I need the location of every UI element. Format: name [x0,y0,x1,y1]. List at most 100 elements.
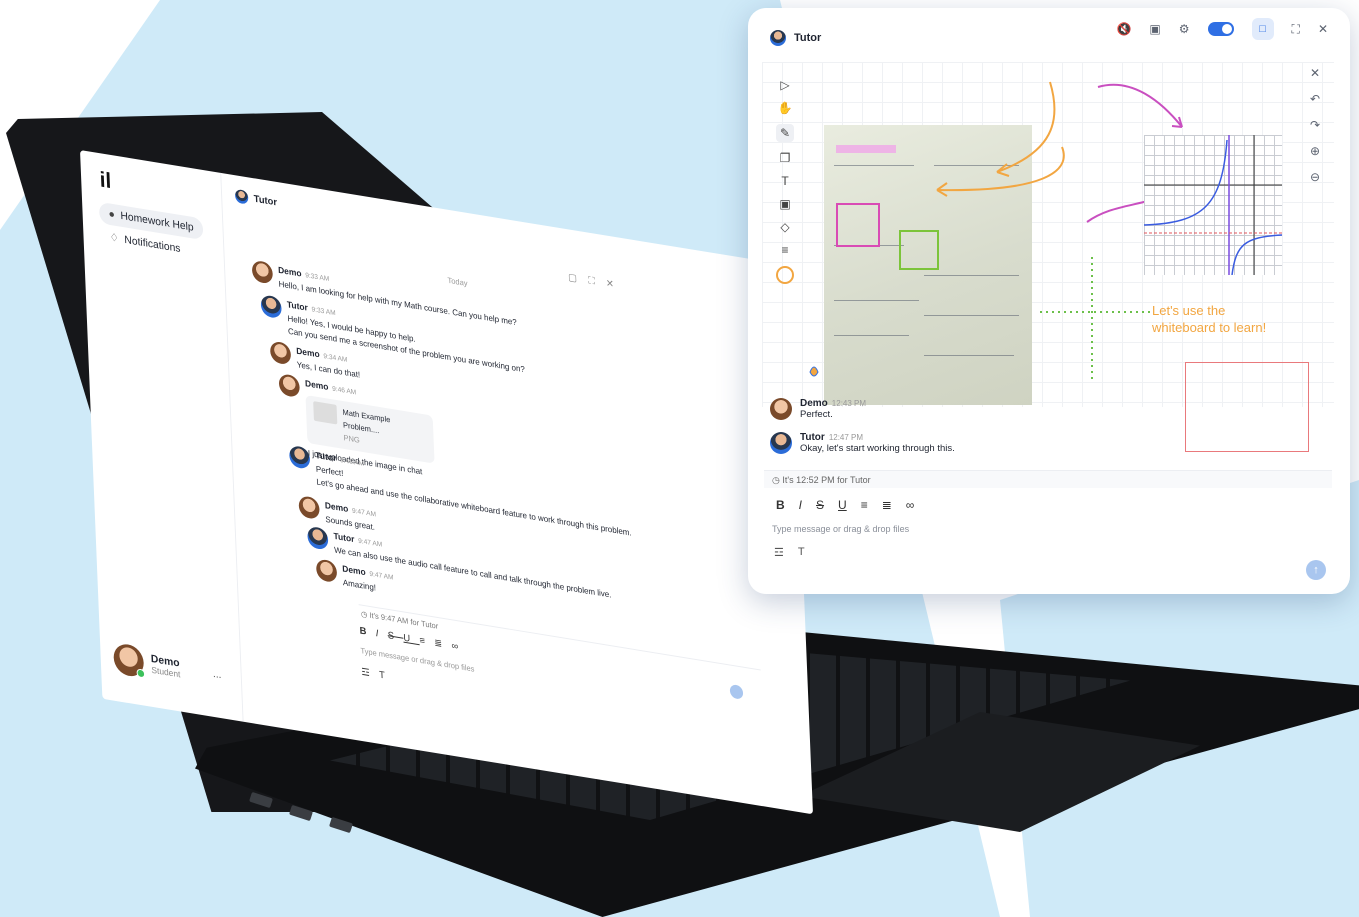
message-time: 9:47 AM [369,570,394,582]
strikethrough-button[interactable]: S [816,498,824,512]
pen-icon[interactable]: ✎ [775,124,795,142]
redo-icon[interactable]: ↷ [1310,118,1320,132]
online-indicator [136,668,146,679]
text-tool-icon[interactable]: T [781,174,788,188]
window-title: Tutor [794,32,822,44]
tutor-avatar [770,30,786,46]
sender-name: Tutor [800,432,825,443]
drawing-toolbar: ▷ ✋ ✎ ❐ T ▣ ◇ ≡ [774,78,796,284]
close-icon[interactable]: ✕ [606,278,626,292]
sender-name: Demo [296,345,320,360]
undo-icon[interactable]: ↶ [1310,92,1320,106]
whiteboard-window: Tutor 🔇 ▣ ⚙ □ ⛶ ✕ Let's use the whiteboa… [748,8,1350,594]
text-format-icon[interactable]: T [379,670,395,683]
text-format-icon[interactable]: T [798,546,805,559]
format-toolbar: B I S U ≡ ≣ ∞ [776,498,914,512]
sender-name: Demo [324,500,349,514]
shapes-icon[interactable]: ❐ [780,151,791,165]
sender-name: Demo [277,264,302,279]
numbered-list-icon[interactable]: ≣ [434,638,452,652]
message-input[interactable]: Type message or drag & drop files [772,524,909,534]
avatar [251,259,274,285]
line-style-icon[interactable]: ≡ [781,243,788,257]
attach-icon[interactable]: ☲ [361,667,379,681]
expand-icon[interactable]: ⛶ [588,275,606,289]
whiteboard-text-note[interactable]: Let's use the whiteboard to learn! [1152,302,1266,336]
more-options-button[interactable]: ... [213,668,222,681]
message-time: 9:33 AM [305,272,330,284]
bold-button[interactable]: B [359,626,376,639]
message-text: Okay, let's start working through this. [800,443,955,454]
avatar [260,294,282,320]
link-icon[interactable]: ∞ [906,498,915,512]
sender-name: Demo [304,378,329,392]
message-time: 12:43 PM [831,399,867,408]
attach-icon[interactable]: ☲ [774,546,784,559]
sender-name: Demo [800,398,828,409]
fullscreen-icon[interactable]: ⛶ [1292,22,1300,37]
attach-toolbar: ☲ T [774,546,805,559]
avatar [307,525,329,551]
image-icon[interactable]: ▣ [779,197,790,211]
message-time: 9:34 AM [323,353,348,364]
strikethrough-button[interactable]: S [388,630,404,643]
screen-icon[interactable]: ▣ [1149,22,1160,36]
avatar [770,398,792,420]
message-time: 9:46 AM [332,385,357,397]
bullet-list-icon[interactable]: ≡ [419,635,434,648]
function-graph [1143,135,1283,276]
chat-icon[interactable]: □ [1251,18,1274,40]
zoom-out-icon[interactable]: ⊖ [1310,170,1320,184]
select-icon[interactable]: ▷ [780,78,789,92]
window-header: Tutor [770,30,821,46]
gear-icon[interactable]: ⚙ [1179,22,1190,36]
chat-header-actions: ▢⛶✕ [568,272,625,292]
canvas-controls: ✕ ↶ ↷ ⊕ ⊖ [1310,66,1320,184]
sender-name: Tutor [333,530,355,545]
rectangle-shape[interactable] [1185,362,1309,452]
nav-label: Homework Help [120,210,194,234]
italic-button[interactable]: I [799,498,802,512]
avatar [298,495,320,520]
message-time: 9:46 AM [339,457,365,468]
avatar [315,558,338,584]
color-picker[interactable] [776,266,794,284]
avatar [113,642,146,679]
nav-label: Notifications [124,233,181,255]
send-button[interactable]: ↑ [1306,560,1326,580]
eraser-icon[interactable]: ◇ [780,220,789,234]
whiteboard-canvas[interactable]: Let's use the whiteboard to learn! [762,62,1334,452]
zoom-in-icon[interactable]: ⊕ [1310,144,1320,158]
avatar [278,373,301,398]
chat-header: Tutor [234,188,278,210]
hand-icon[interactable]: ✋ [778,101,793,115]
app-logo[interactable]: il [99,167,111,194]
message-time: 9:47 AM [358,537,383,549]
tutor-avatar [234,188,249,205]
avatar [770,432,792,454]
mute-icon[interactable]: 🔇 [1116,22,1131,36]
avatar [269,340,292,366]
current-user[interactable]: Demo Student [113,642,181,684]
close-icon[interactable]: ✕ [1310,66,1320,80]
message: Tutor 12:47 PM Okay, let's start working … [770,432,955,454]
whiteboard-icon[interactable]: ▢ [568,272,588,286]
file-thumbnail [313,401,338,425]
italic-button[interactable]: I [376,628,388,641]
sender-name: Tutor [315,450,337,464]
link-icon[interactable]: ∞ [451,641,467,654]
message-time: 12:47 PM [828,433,864,442]
avatar [288,444,311,470]
bold-button[interactable]: B [776,498,785,512]
bullet-list-icon[interactable]: ≡ [861,498,868,512]
date-divider: Today [447,275,468,288]
whiteboard-toggle[interactable] [1207,22,1234,36]
chat-title: Tutor [253,193,278,208]
underline-button[interactable]: U [838,498,847,512]
numbered-list-icon[interactable]: ≣ [882,498,892,512]
message-text: Perfect. [800,409,833,420]
message-time: 9:33 AM [311,306,336,318]
underline-button[interactable]: U [403,633,420,646]
sender-name: Demo [342,563,366,578]
close-icon[interactable]: ✕ [1318,22,1328,36]
